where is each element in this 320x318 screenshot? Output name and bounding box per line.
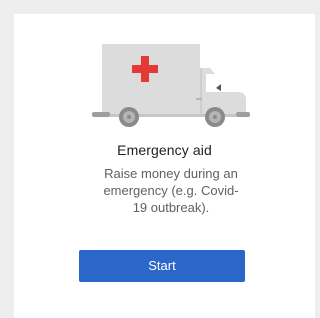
card-title: Emergency aid bbox=[117, 142, 212, 158]
ambulance-icon bbox=[92, 44, 250, 127]
emergency-aid-card: Emergency aid Raise money during an emer… bbox=[14, 14, 315, 318]
card-description: Raise money during an emergency (e.g. Co… bbox=[103, 166, 239, 215]
start-button[interactable]: Start bbox=[79, 250, 245, 282]
